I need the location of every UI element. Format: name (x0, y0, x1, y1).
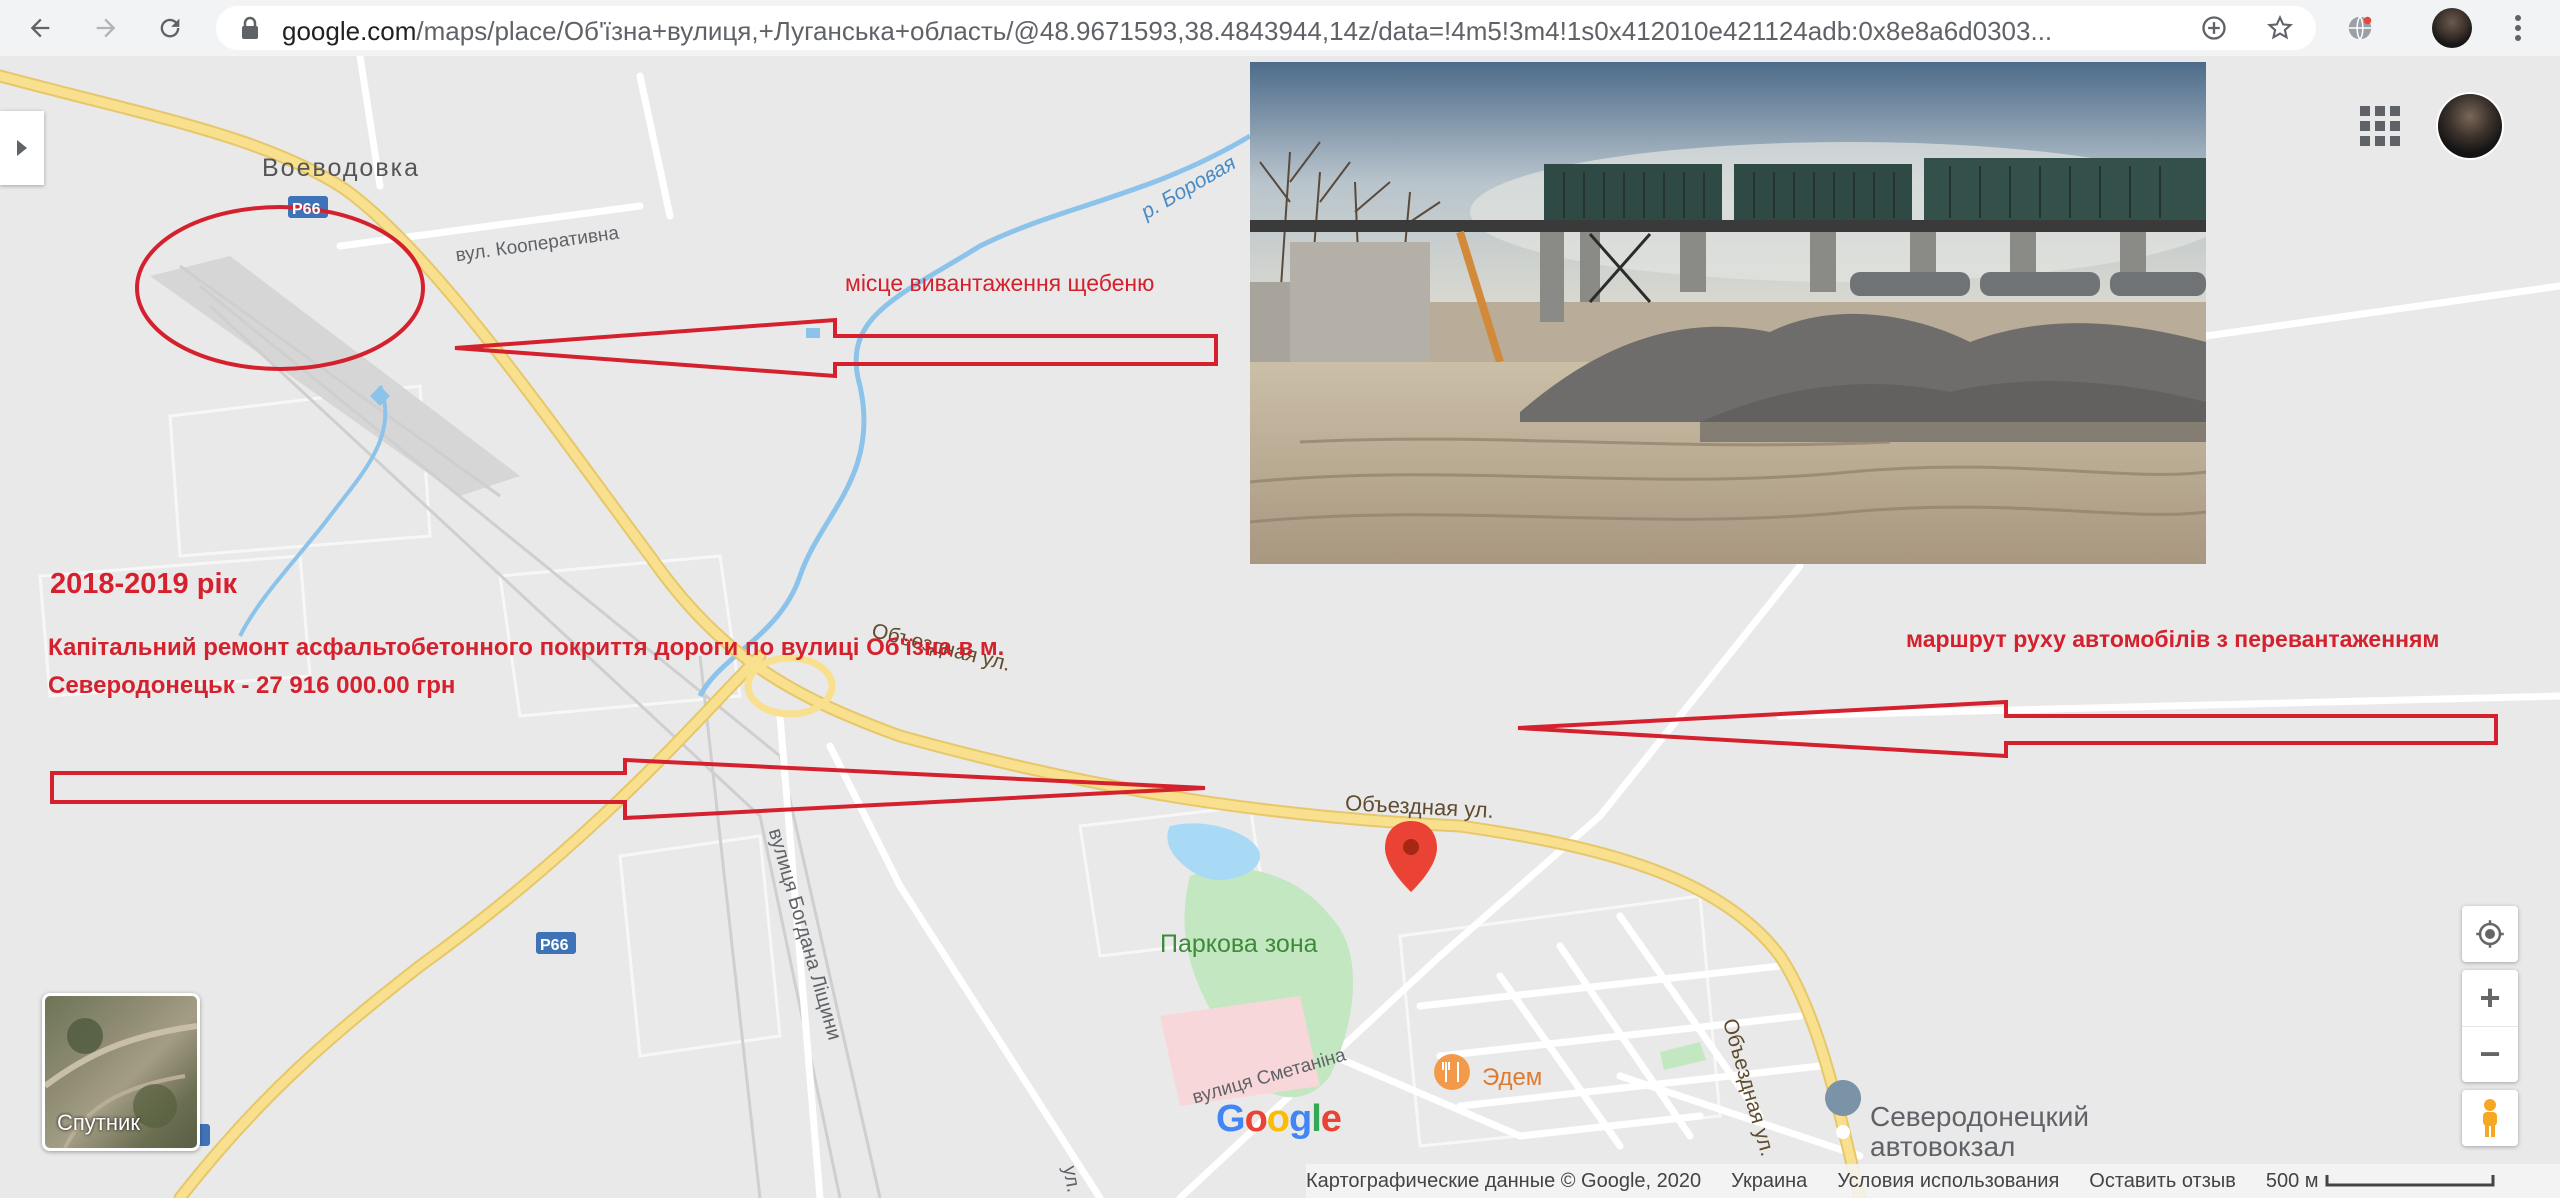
profile-avatar[interactable] (2432, 8, 2472, 48)
reload-button[interactable] (150, 8, 190, 48)
annotation-repair-line1: Капітальний ремонт асфальтобетонного пок… (48, 634, 1005, 661)
scale-bar (2325, 1175, 2495, 1187)
annotation-repair-line2: Северодонецьк - 27 916 000.00 грн (48, 672, 456, 699)
zoom-in-button[interactable]: + (2462, 971, 2518, 1027)
route-arrow (1517, 699, 2498, 759)
zoom-controls: + − (2462, 970, 2518, 1082)
lock-icon[interactable] (234, 12, 266, 44)
install-app-icon[interactable] (2198, 12, 2230, 44)
map-copyright: Картографические данные © Google, 2020 (1306, 1169, 1702, 1192)
account-avatar[interactable] (2438, 94, 2502, 158)
label-r66-bottom: Р66 (540, 937, 569, 954)
map-country-link[interactable]: Украина (1731, 1170, 1807, 1193)
annotation-year: 2018-2019 рік (50, 568, 238, 600)
address-bar[interactable]: google.com/maps/place/Об'їзна+вулиця,+Лу… (216, 6, 2316, 50)
terms-link[interactable]: Условия использования (1837, 1170, 2059, 1193)
pegman-street-view-button[interactable] (2462, 1090, 2518, 1146)
scale-label[interactable]: 500 м (2266, 1170, 2319, 1193)
label-edem: Эдем (1482, 1064, 1543, 1091)
map-footer: Картографические данные © Google, 2020 У… (1306, 1164, 2560, 1198)
label-avtovokzal: Северодонецкий автовокзал (1870, 1102, 2089, 1162)
pegman-icon (2483, 1099, 2497, 1137)
forward-button[interactable] (86, 8, 126, 48)
google-logo: Google (1216, 1098, 1342, 1140)
google-apps-icon[interactable] (2358, 104, 2402, 148)
url-text: google.com/maps/place/Об'їзна+вулиця,+Лу… (282, 16, 2052, 47)
annotation-route: маршрут руху автомобілів з перевантаженн… (1906, 626, 2440, 652)
reload-icon (160, 18, 180, 38)
url-host: google.com (282, 16, 417, 46)
label-u-road: ул. (1058, 1164, 1085, 1195)
zoom-out-button[interactable]: − (2462, 1027, 2518, 1082)
unloading-arrow (454, 317, 1218, 379)
restaurant-icon[interactable] (1434, 1054, 1470, 1090)
location-pin-icon[interactable] (1385, 821, 1437, 892)
bookmark-star-icon[interactable] (2264, 12, 2296, 44)
url-path: /maps/place/Об'їзна+вулиця,+Луганська+об… (416, 16, 2053, 46)
label-r66-top: Р66 (292, 201, 321, 218)
gravel-site-photo (1250, 62, 2206, 564)
label-voevodovka: Воеводовка (262, 154, 421, 182)
browser-toolbar: google.com/maps/place/Об'їзна+вулиця,+Лу… (0, 0, 2560, 56)
feedback-link[interactable]: Оставить отзыв (2089, 1170, 2236, 1193)
label-parkova: Паркова зона (1160, 930, 1318, 958)
side-panel-toggle-button[interactable] (0, 111, 44, 185)
browser-menu-icon[interactable] (2498, 8, 2538, 48)
crosshair-icon (2476, 920, 2504, 948)
label-avtovokzal-line2: автовокзал (1870, 1131, 2016, 1162)
forward-arrow-icon (96, 18, 116, 38)
my-location-button[interactable] (2462, 906, 2518, 962)
satellite-label: Спутник (57, 1110, 140, 1135)
expand-right-icon (17, 140, 27, 156)
annotation-unloading-place: місце вивантаження щебеню (845, 270, 1155, 296)
satellite-layer-toggle[interactable]: Спутник (42, 993, 200, 1151)
bus-station-icon[interactable] (1825, 1080, 1862, 1146)
back-arrow-icon (30, 18, 50, 38)
map-canvas[interactable]: Воеводовка Р66 Р66 вул. Кооперативна р. … (0, 56, 2560, 1198)
label-avtovokzal-line1: Северодонецкий (1870, 1101, 2089, 1132)
back-button[interactable] (20, 8, 60, 48)
translate-extension-icon[interactable] (2340, 8, 2380, 48)
